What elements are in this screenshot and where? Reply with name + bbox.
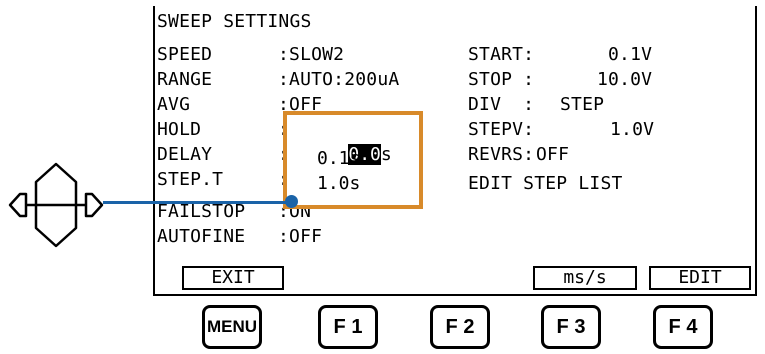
- label-stop: STOP :: [468, 69, 535, 90]
- f2-button[interactable]: F 2: [430, 305, 490, 349]
- value-range: :AUTO:200uA: [278, 69, 400, 90]
- softkey-exit[interactable]: EXIT: [182, 266, 284, 290]
- connector-dot: [285, 195, 298, 208]
- label-stepv: STEPV:: [468, 119, 535, 140]
- edit-step-list[interactable]: EDIT STEP LIST: [468, 173, 623, 194]
- value-entry-popup: 0.0s 0.1s 1.0s: [283, 111, 423, 209]
- value-div: STEP: [560, 94, 605, 115]
- label-avg: AVG: [157, 94, 191, 115]
- f1-button[interactable]: F 1: [318, 305, 378, 349]
- f3-button[interactable]: F 3: [541, 305, 601, 349]
- step-t-value[interactable]: 1.0s: [317, 173, 360, 194]
- label-failstop: FAILSTOP: [157, 201, 246, 222]
- dpad-icon[interactable]: [6, 160, 106, 250]
- value-speed: :SLOW2: [278, 44, 345, 65]
- delay-value[interactable]: 0.1s: [317, 148, 360, 169]
- value-autofine: :OFF: [278, 226, 323, 247]
- softkey-ms-s[interactable]: ms/s: [533, 266, 637, 290]
- label-delay: DELAY: [157, 144, 213, 165]
- label-start: START:: [468, 44, 535, 65]
- label-speed: SPEED: [157, 44, 213, 65]
- menu-button[interactable]: MENU: [202, 305, 262, 349]
- label-hold: HOLD: [157, 119, 202, 140]
- label-range: RANGE: [157, 69, 213, 90]
- screen-title: SWEEP SETTINGS: [157, 11, 312, 32]
- label-div: DIV :: [468, 94, 535, 115]
- hold-unit: s: [380, 144, 392, 165]
- label-step-t: STEP.T: [157, 169, 224, 190]
- value-revrs: OFF: [536, 144, 570, 165]
- dpad-connector-line: [103, 201, 291, 204]
- softkey-edit[interactable]: EDIT: [649, 266, 751, 290]
- label-autofine: AUTOFINE: [157, 226, 246, 247]
- value-stop: 10.0V: [597, 69, 653, 90]
- value-start: 0.1V: [608, 44, 653, 65]
- label-revrs: REVRS:: [468, 144, 535, 165]
- lcd-screen: [153, 6, 757, 296]
- f4-button[interactable]: F 4: [653, 305, 713, 349]
- value-stepv: 1.0V: [610, 119, 655, 140]
